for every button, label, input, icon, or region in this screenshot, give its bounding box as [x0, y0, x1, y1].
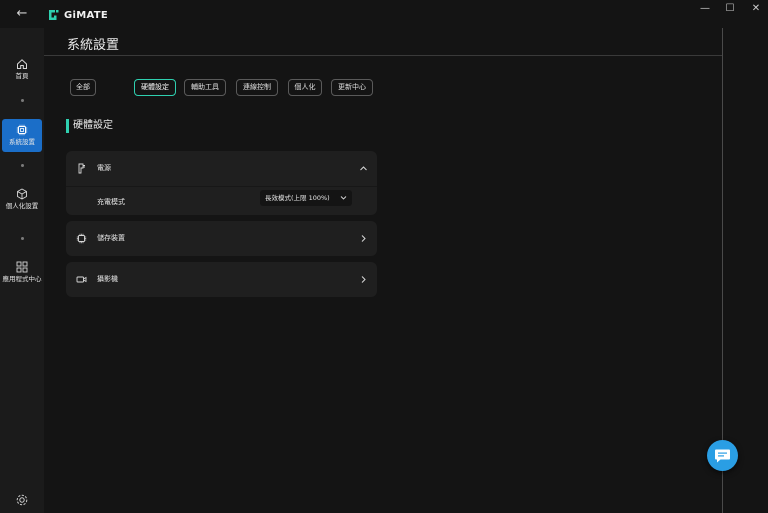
app-grid-icon [16, 261, 28, 273]
camera-icon [76, 276, 87, 283]
camera-card-label: 攝影機 [97, 275, 118, 283]
chat-fab-button[interactable] [707, 440, 738, 471]
tab-all[interactable]: 全部 [70, 79, 96, 96]
power-plug-icon [78, 163, 85, 174]
chip-icon [76, 233, 87, 244]
sidebar-item-label: 應用程式中心 [2, 275, 42, 283]
gear-icon[interactable] [14, 492, 30, 508]
title-divider [44, 55, 722, 56]
charge-mode-label: 充電模式 [97, 198, 125, 206]
nav-separator-dot [21, 237, 24, 240]
charge-mode-value: 長效模式(上限 100%) [265, 194, 330, 202]
power-card: 電源 充電模式 長效模式(上限 100%) [66, 151, 377, 215]
chevron-right-icon [361, 235, 366, 242]
card-divider [66, 186, 377, 187]
camera-card-header[interactable]: 攝影機 [66, 262, 377, 297]
section-title: 硬體設定 [73, 120, 113, 131]
maximize-button[interactable]: ☐ [718, 2, 742, 16]
sidebar-item-system-settings[interactable]: 系統設置 [2, 119, 42, 152]
app-brand: GiMATE [48, 7, 108, 23]
tab-accessibility[interactable]: 輔助工具 [184, 79, 226, 96]
nav-separator-dot [21, 99, 24, 102]
power-card-label: 電源 [97, 164, 111, 172]
power-card-header[interactable]: 電源 [66, 151, 377, 186]
back-button[interactable]: ← [14, 6, 30, 22]
nav-separator-dot [21, 164, 24, 167]
storage-card[interactable]: 儲存裝置 [66, 221, 377, 256]
camera-card[interactable]: 攝影機 [66, 262, 377, 297]
sidebar-item-app-center[interactable]: 應用程式中心 [2, 261, 42, 297]
sidebar-item-label: 個人化設置 [5, 202, 39, 210]
tab-connection[interactable]: 連線控制 [236, 79, 278, 96]
storage-card-header[interactable]: 儲存裝置 [66, 221, 377, 256]
system-settings-icon [16, 124, 28, 136]
app-name: GiMATE [64, 9, 109, 21]
tab-personalization[interactable]: 個人化 [288, 79, 322, 96]
home-icon [17, 59, 27, 69]
close-button[interactable]: ✕ [744, 2, 768, 16]
chat-icon [715, 449, 730, 463]
charge-mode-select[interactable]: 長效模式(上限 100%) [260, 190, 352, 206]
tab-hardware[interactable]: 硬體設定 [134, 79, 176, 96]
minimize-button[interactable]: — [693, 2, 717, 16]
sidebar-item-home[interactable]: 首頁 [2, 58, 42, 84]
cube-icon [17, 188, 27, 200]
main-content: 系統設置 全部 硬體設定 輔助工具 連線控制 個人化 更新中心 硬體設定 電源 … [44, 28, 722, 513]
tab-update-center[interactable]: 更新中心 [331, 79, 373, 96]
sidebar: 首頁 系統設置 個人化設置 應用程式中心 [0, 28, 44, 513]
sidebar-item-personalization[interactable]: 個人化設置 [2, 188, 42, 224]
sidebar-item-label: 系統設置 [9, 138, 35, 146]
chevron-right-icon [361, 276, 366, 283]
gimate-logo-icon [49, 10, 59, 20]
storage-card-label: 儲存裝置 [97, 234, 125, 242]
sidebar-item-label: 首頁 [15, 72, 29, 80]
title-bar: ← GiMATE — ☐ ✕ [0, 0, 768, 28]
chevron-down-icon [340, 196, 347, 200]
page-title: 系統設置 [67, 38, 120, 53]
chevron-up-icon [360, 166, 367, 171]
section-accent-bar [66, 119, 69, 133]
